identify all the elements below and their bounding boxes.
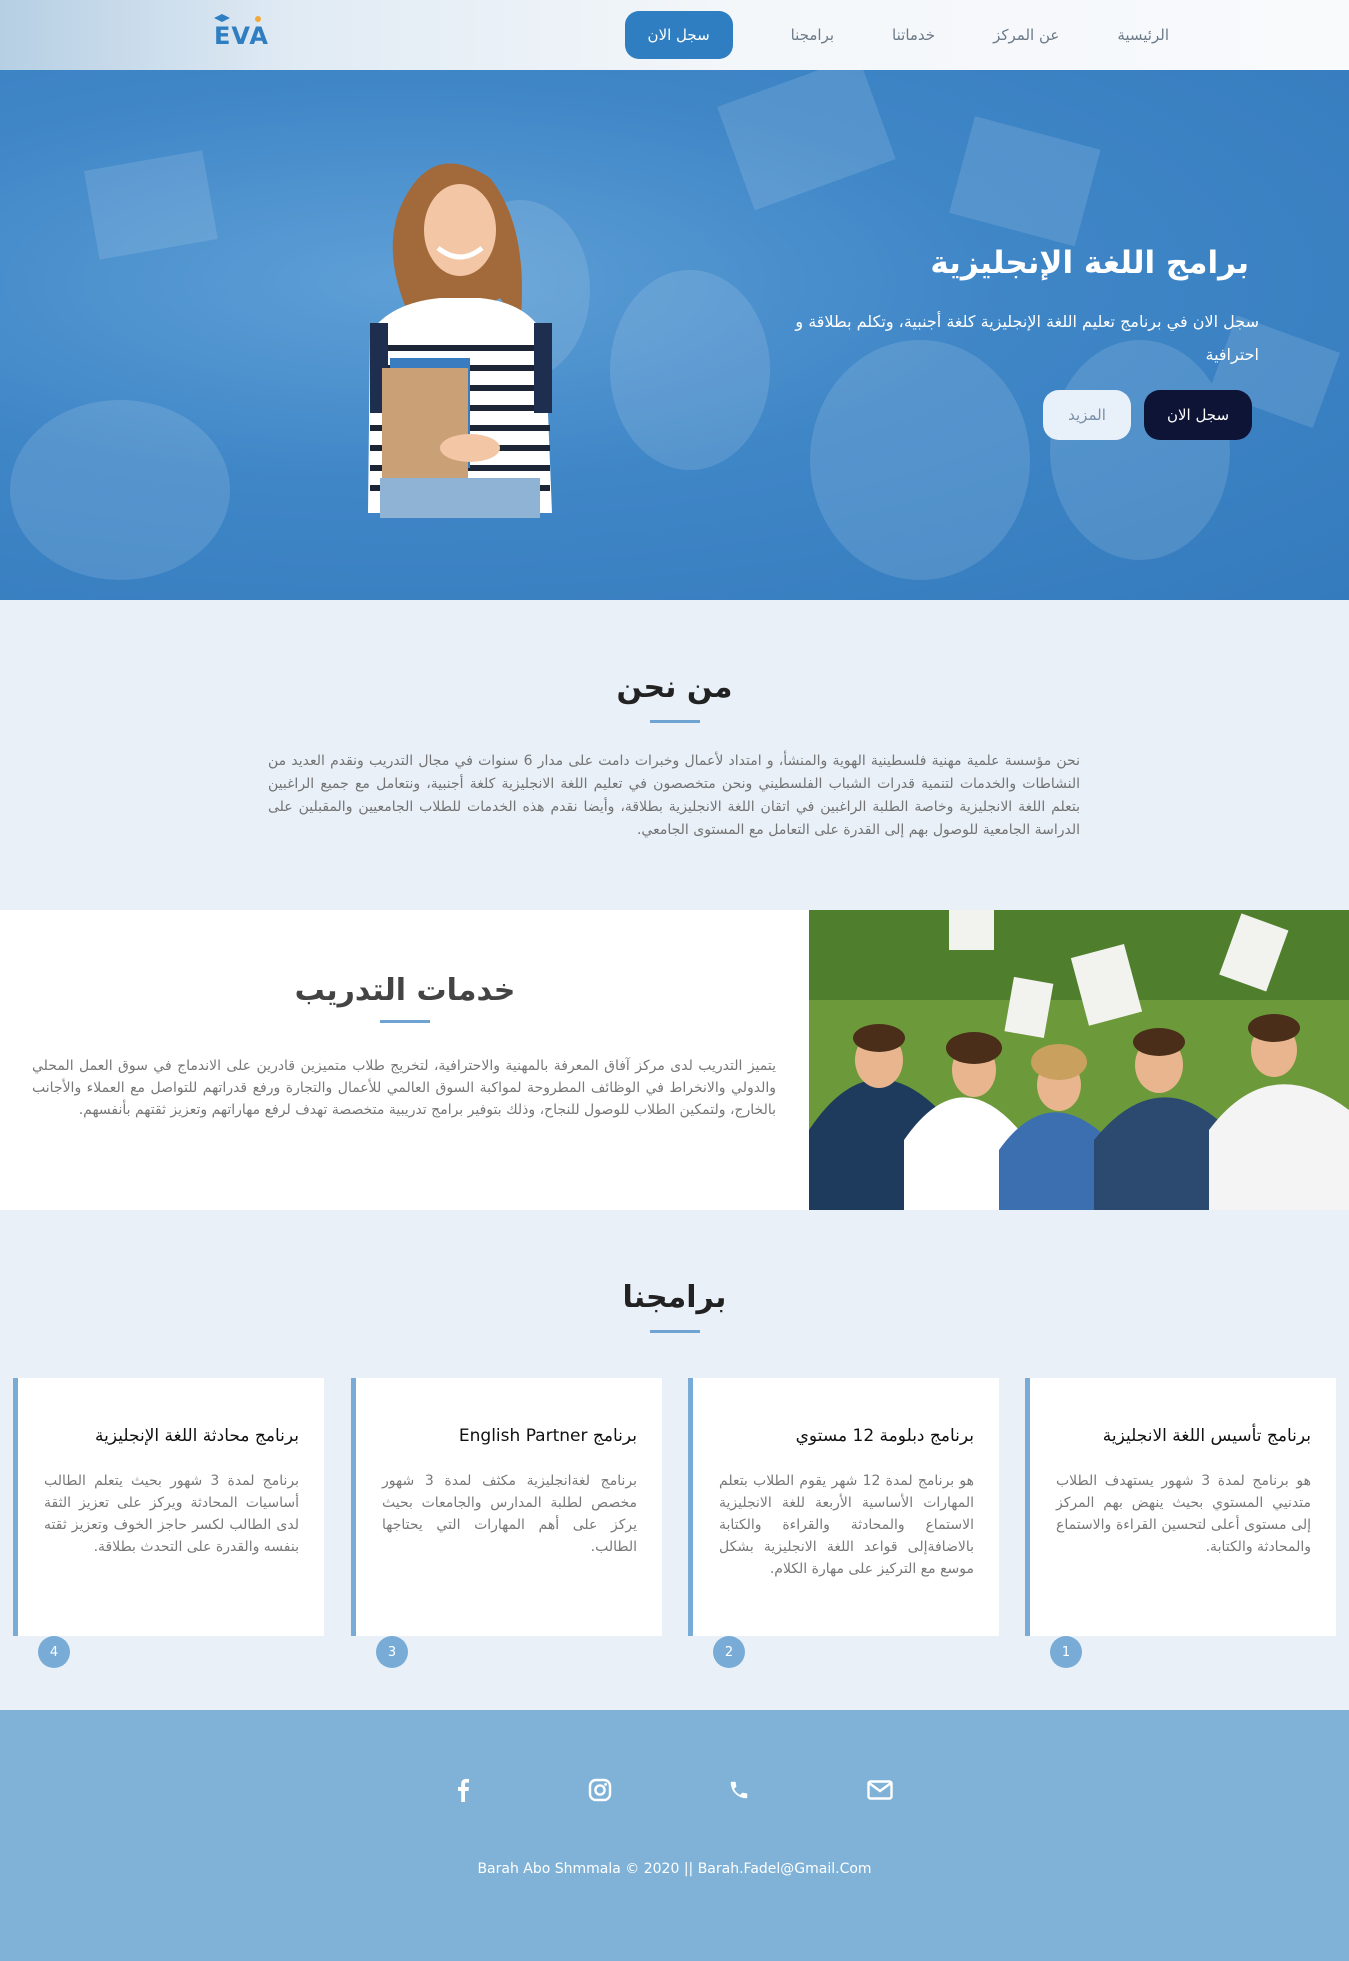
program-card[interactable]: برنامج English Partner برنامج لغةانجليزي… bbox=[351, 1378, 662, 1668]
program-card-title: برنامج تأسيس اللغة الانجليزية bbox=[1102, 1426, 1311, 1446]
students-on-grass-photo bbox=[809, 910, 1349, 1210]
program-card[interactable]: برنامج محادثة اللغة الإنجليزية برنامج لم… bbox=[13, 1378, 324, 1668]
nav-links: الرئيسية عن المركز خدماتنا برامجنا سجل ا… bbox=[624, 0, 1169, 70]
hero-subtitle: سجل الان في برنامج تعليم اللغة الإنجليزي… bbox=[795, 312, 1259, 364]
about-text: نحن مؤسسة علمية مهنية فلسطينية الهوية وا… bbox=[268, 753, 1080, 838]
program-card[interactable]: برنامج تأسيس اللغة الانجليزية هو برنامج … bbox=[1025, 1378, 1336, 1668]
instagram-icon[interactable] bbox=[580, 1770, 620, 1810]
hero-more-button[interactable]: المزيد bbox=[1043, 390, 1131, 440]
facebook-icon[interactable] bbox=[443, 1770, 483, 1810]
nav-link-services[interactable]: خدماتنا bbox=[892, 26, 935, 44]
nav-link-home[interactable]: الرئيسية bbox=[1117, 26, 1169, 44]
nav-link-programs[interactable]: برامجنا bbox=[791, 26, 834, 44]
hero-register-button[interactable]: سجل الان bbox=[1144, 390, 1252, 440]
program-card-number: 2 bbox=[713, 1636, 745, 1668]
nav-link-about[interactable]: عن المركز bbox=[993, 26, 1059, 44]
programs-section: برامجنا برنامج تأسيس اللغة الانجليزية هو… bbox=[0, 1210, 1349, 1710]
copyright-text: Barah Abo Shmmala © 2020 || Barah.Fadel@… bbox=[477, 1861, 872, 1877]
eva-logo[interactable]: EVA bbox=[210, 12, 286, 48]
programs-title-underline bbox=[650, 1330, 700, 1333]
about-title-underline bbox=[650, 720, 700, 723]
hero-section: برامج اللغة الإنجليزية سجل الان في برنام… bbox=[0, 70, 1349, 600]
program-card-number: 1 bbox=[1050, 1636, 1082, 1668]
programs-title: برامجنا bbox=[622, 1280, 727, 1315]
hero-title: برامج اللغة الإنجليزية bbox=[930, 245, 1249, 281]
program-card-title: برنامج دبلومة 12 مستوي bbox=[795, 1426, 974, 1446]
about-section: من نحن نحن مؤسسة علمية مهنية فلسطينية ال… bbox=[0, 600, 1349, 910]
footer: Barah Abo Shmmala © 2020 || Barah.Fadel@… bbox=[0, 1710, 1349, 1961]
training-section: خدمات التدريب يتميز التدريب لدى مركز آفا… bbox=[0, 910, 1349, 1210]
training-title: خدمات التدريب bbox=[294, 973, 516, 1008]
program-card-title: برنامج English Partner bbox=[458, 1426, 637, 1446]
program-card-text: برنامج لمدة 3 شهور بحيث يتعلم الطالب أسا… bbox=[44, 1473, 299, 1555]
program-card-number: 4 bbox=[38, 1636, 70, 1668]
top-navbar: EVA الرئيسية عن المركز خدماتنا برامجنا س… bbox=[0, 0, 1349, 70]
training-title-underline bbox=[380, 1020, 430, 1023]
mail-icon[interactable] bbox=[860, 1770, 900, 1810]
program-card-number: 3 bbox=[376, 1636, 408, 1668]
program-card[interactable]: برنامج دبلومة 12 مستوي هو برنامج لمدة 12… bbox=[688, 1378, 999, 1668]
logo-text: EVA bbox=[214, 22, 269, 48]
phone-icon[interactable] bbox=[719, 1770, 759, 1810]
student-girl-image bbox=[368, 163, 552, 518]
program-card-text: هو برنامج لمدة 12 شهر يقوم الطلاب بتعلم … bbox=[719, 1473, 974, 1577]
about-title: من نحن bbox=[616, 670, 733, 705]
program-card-text: هو برنامج لمدة 3 شهور يستهدف الطلاب متدن… bbox=[1056, 1473, 1311, 1555]
training-text: يتميز التدريب لدى مركز آفاق المعرفة بالم… bbox=[32, 1058, 776, 1118]
program-card-title: برنامج محادثة اللغة الإنجليزية bbox=[95, 1426, 299, 1446]
program-card-text: برنامج لغةانجليزية مكثف لمدة 3 شهور مخصص… bbox=[382, 1473, 637, 1555]
register-now-button[interactable]: سجل الان bbox=[624, 11, 733, 59]
